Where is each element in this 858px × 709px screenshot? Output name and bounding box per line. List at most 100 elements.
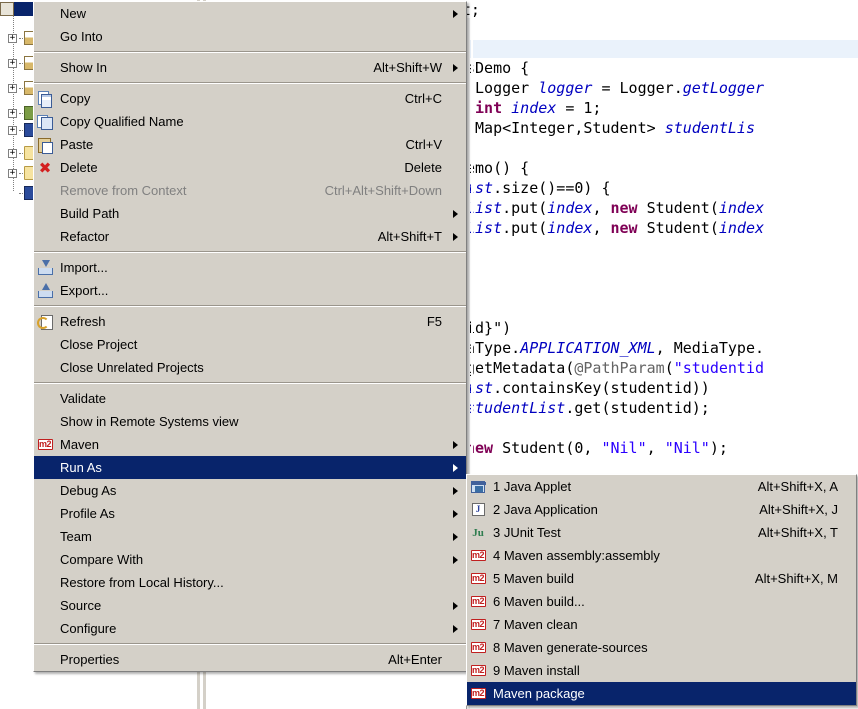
code-line: ist.size()==0) {: [466, 178, 611, 198]
menu-item-run-as[interactable]: Run As: [34, 456, 466, 479]
tree-row[interactable]: +: [0, 145, 36, 165]
menu-separator: [34, 382, 466, 384]
code-token: "Nil": [601, 439, 646, 457]
submenu-item-1-java-applet[interactable]: 1 Java AppletAlt+Shift+X, A: [467, 475, 856, 498]
menu-item-label: Run As: [56, 456, 442, 479]
menu-item-refresh[interactable]: RefreshF5: [34, 310, 466, 333]
m2-icon: m2: [471, 665, 486, 676]
tree-row[interactable]: [0, 185, 36, 205]
code-token: Student(: [638, 219, 719, 237]
submenu-item-6-maven-build[interactable]: m26 Maven build...: [467, 590, 856, 613]
menu-item-profile-as[interactable]: Profile As: [34, 502, 466, 525]
tree-row[interactable]: +: [0, 122, 36, 142]
menu-item-build-path[interactable]: Build Path: [34, 202, 466, 225]
code-line: ist.containsKey(studentid)): [466, 378, 710, 398]
menu-item-close-unrelated-projects[interactable]: Close Unrelated Projects: [34, 356, 466, 379]
tree-row[interactable]: +: [0, 165, 36, 185]
menu-item-icon-slot: [34, 111, 56, 133]
code-token: (: [665, 359, 674, 377]
java-applet-icon: [471, 481, 485, 493]
code-token: "Nil": [665, 439, 710, 457]
copy-icon: [37, 91, 53, 107]
code-token: index: [719, 199, 764, 217]
menu-item-maven[interactable]: m2Maven: [34, 433, 466, 456]
menu-item-accelerator: Ctrl+Alt+Shift+Down: [325, 179, 466, 202]
tree-row[interactable]: +: [0, 30, 36, 50]
menu-item-new[interactable]: New: [34, 2, 466, 25]
menu-item-icon-slot: [34, 480, 56, 502]
submenu-item-4-maven-assembly-assembly[interactable]: m24 Maven assembly:assembly: [467, 544, 856, 567]
submenu-item-8-maven-generate-sources[interactable]: m28 Maven generate-sources: [467, 636, 856, 659]
code-token: logger: [538, 79, 592, 97]
menu-item-accelerator: Alt+Shift+X, A: [758, 475, 856, 498]
submenu-item-7-maven-clean[interactable]: m27 Maven clean: [467, 613, 856, 636]
submenu-item-5-maven-build[interactable]: m25 Maven buildAlt+Shift+X, M: [467, 567, 856, 590]
import-icon: [37, 260, 53, 276]
menu-item-close-project[interactable]: Close Project: [34, 333, 466, 356]
menu-item-icon-slot: [34, 88, 56, 110]
tree-expand-toggle[interactable]: +: [8, 126, 17, 135]
menu-item-icon-slot: [34, 388, 56, 410]
tree-row[interactable]: [0, 2, 36, 22]
menu-item-icon-slot: [34, 257, 56, 279]
menu-item-compare-with[interactable]: Compare With: [34, 548, 466, 571]
project-context-menu[interactable]: NewGo IntoShow InAlt+Shift+WCopyCtrl+CCo…: [33, 1, 467, 672]
menu-item-accelerator: Ctrl+V: [406, 133, 466, 156]
menu-item-copy-qualified-name[interactable]: Copy Qualified Name: [34, 110, 466, 133]
tree-expand-toggle[interactable]: +: [8, 149, 17, 158]
tree-row[interactable]: +: [0, 80, 36, 100]
menu-item-refactor[interactable]: RefactorAlt+Shift+T: [34, 225, 466, 248]
menu-item-icon-slot: [34, 280, 56, 302]
menu-item-icon-slot: [34, 595, 56, 617]
menu-item-configure[interactable]: Configure: [34, 617, 466, 640]
code-line: List.put(index, new Student(index: [466, 198, 764, 218]
menu-item-icon-slot: [34, 503, 56, 525]
menu-item-debug-as[interactable]: Debug As: [34, 479, 466, 502]
tree-expand-toggle[interactable]: +: [8, 59, 17, 68]
menu-item-icon-slot: ✖: [34, 157, 56, 179]
java-project-icon: [0, 2, 14, 16]
menu-item-icon-slot: J: [467, 499, 489, 521]
submenu-arrow-icon: [453, 441, 458, 449]
menu-item-export[interactable]: Export...: [34, 279, 466, 302]
submenu-arrow-icon: [453, 464, 458, 472]
tree-expand-toggle[interactable]: +: [8, 109, 17, 118]
menu-item-delete[interactable]: ✖DeleteDelete: [34, 156, 466, 179]
menu-item-show-in[interactable]: Show InAlt+Shift+W: [34, 56, 466, 79]
menu-item-label: Close Project: [56, 333, 442, 356]
code-token: .get(studentid);: [565, 399, 710, 417]
menu-item-label: Refactor: [56, 225, 378, 248]
java-application-icon: J: [472, 503, 485, 516]
code-token: index: [511, 99, 556, 117]
menu-item-restore-from-local-history[interactable]: Restore from Local History...: [34, 571, 466, 594]
paste-icon: [37, 137, 53, 153]
m2-icon: m2: [471, 596, 486, 607]
menu-item-paste[interactable]: PasteCtrl+V: [34, 133, 466, 156]
tree-expand-toggle[interactable]: +: [8, 84, 17, 93]
menu-item-import[interactable]: Import...: [34, 256, 466, 279]
menu-item-accelerator: Alt+Shift+X, J: [759, 498, 856, 521]
menu-item-go-into[interactable]: Go Into: [34, 25, 466, 48]
submenu-item-9-maven-install[interactable]: m29 Maven install: [467, 659, 856, 682]
package-explorer-tree[interactable]: + + + + + + +: [0, 0, 36, 709]
run-as-submenu[interactable]: 1 Java AppletAlt+Shift+X, AJ2 Java Appli…: [466, 474, 857, 706]
menu-item-validate[interactable]: Validate: [34, 387, 466, 410]
submenu-item-maven-package[interactable]: m2Maven package: [467, 682, 856, 705]
menu-item-source[interactable]: Source: [34, 594, 466, 617]
m2-icon: m2: [471, 550, 486, 561]
menu-item-team[interactable]: Team: [34, 525, 466, 548]
tree-expand-toggle[interactable]: +: [8, 34, 17, 43]
submenu-item-3-junit-test[interactable]: Ju3 JUnit TestAlt+Shift+X, T: [467, 521, 856, 544]
code-token: APPLICATION_XML: [520, 339, 655, 357]
code-token: aType.: [466, 339, 520, 357]
copy-qualified-icon: [37, 114, 53, 130]
menu-item-properties[interactable]: PropertiesAlt+Enter: [34, 648, 466, 671]
menu-item-show-in-remote-systems-view[interactable]: Show in Remote Systems view: [34, 410, 466, 433]
menu-item-icon-slot: [34, 334, 56, 356]
menu-item-label: Build Path: [56, 202, 442, 225]
submenu-arrow-icon: [453, 487, 458, 495]
submenu-item-2-java-application[interactable]: J2 Java ApplicationAlt+Shift+X, J: [467, 498, 856, 521]
menu-item-copy[interactable]: CopyCtrl+C: [34, 87, 466, 110]
tree-expand-toggle[interactable]: +: [8, 169, 17, 178]
tree-row[interactable]: +: [0, 55, 36, 75]
